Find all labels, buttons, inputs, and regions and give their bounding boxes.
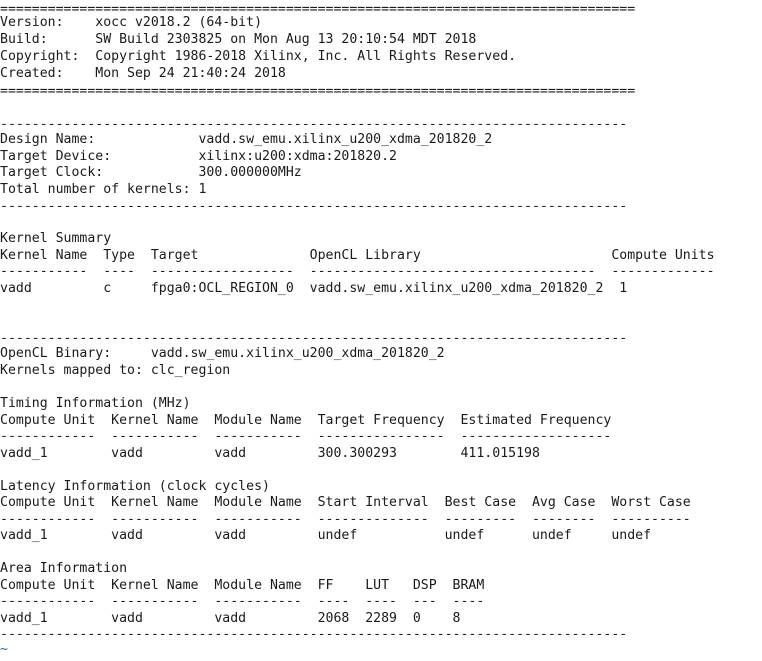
kernel-count-line: Total number of kernels: 1 [0, 182, 207, 197]
created-line: Created: Mon Sep 24 21:40:24 2018 [0, 66, 286, 81]
latency-header: Compute Unit Kernel Name Module Name Sta… [0, 495, 691, 510]
area-header: Compute Unit Kernel Name Module Name FF … [0, 578, 485, 593]
timing-row: vadd_1 vadd vadd 300.300293 411.015198 [0, 446, 540, 461]
area-rule: ------------ ----------- ----------- ---… [0, 594, 485, 609]
target-device-line: Target Device: xilinx:u200:xdma:201820.2 [0, 149, 397, 164]
opencl-binary-line: OpenCL Binary: vadd.sw_emu.xilinx_u200_x… [0, 346, 445, 361]
design-name-line: Design Name: vadd.sw_emu.xilinx_u200_xdm… [0, 132, 493, 147]
kernel-summary-row: vadd c fpga0:OCL_REGION_0 vadd.sw_emu.xi… [0, 281, 628, 296]
area-row: vadd_1 vadd vadd 2068 2289 0 8 [0, 611, 461, 626]
build-line: Build: SW Build 2303825 on Mon Aug 13 20… [0, 32, 477, 47]
header-separator-bottom: ========================================… [0, 84, 636, 99]
timing-header: Compute Unit Kernel Name Module Name Tar… [0, 413, 612, 428]
copyright-line: Copyright: Copyright 1986-2018 Xilinx, I… [0, 49, 517, 64]
kernel-summary-header: Kernel Name Type Target OpenCL Library C… [0, 248, 715, 263]
design-separator-bottom: ----------------------------------------… [0, 199, 628, 214]
area-title: Area Information [0, 561, 128, 576]
timing-title: Timing Information (MHz) [0, 396, 191, 411]
target-clock-line: Target Clock: 300.000000MHz [0, 165, 302, 180]
footer-separator: ----------------------------------------… [0, 627, 628, 642]
kernels-mapped-line: Kernels mapped to: clc_region [0, 363, 231, 378]
end-of-buffer-tilde: ~ [0, 642, 8, 657]
terminal-output[interactable]: ========================================… [0, 0, 762, 661]
timing-rule: ------------ ----------- ----------- ---… [0, 429, 612, 444]
version-line: Version: xocc v2018.2 (64-bit) [0, 15, 263, 30]
kernel-summary-title: Kernel Summary [0, 231, 112, 246]
latency-rule: ------------ ----------- ----------- ---… [0, 512, 691, 527]
latency-title: Latency Information (clock cycles) [0, 479, 270, 494]
kernel-summary-rule: ----------- ---- ------------------ ----… [0, 264, 715, 279]
latency-row: vadd_1 vadd vadd undef undef undef undef [0, 528, 652, 543]
